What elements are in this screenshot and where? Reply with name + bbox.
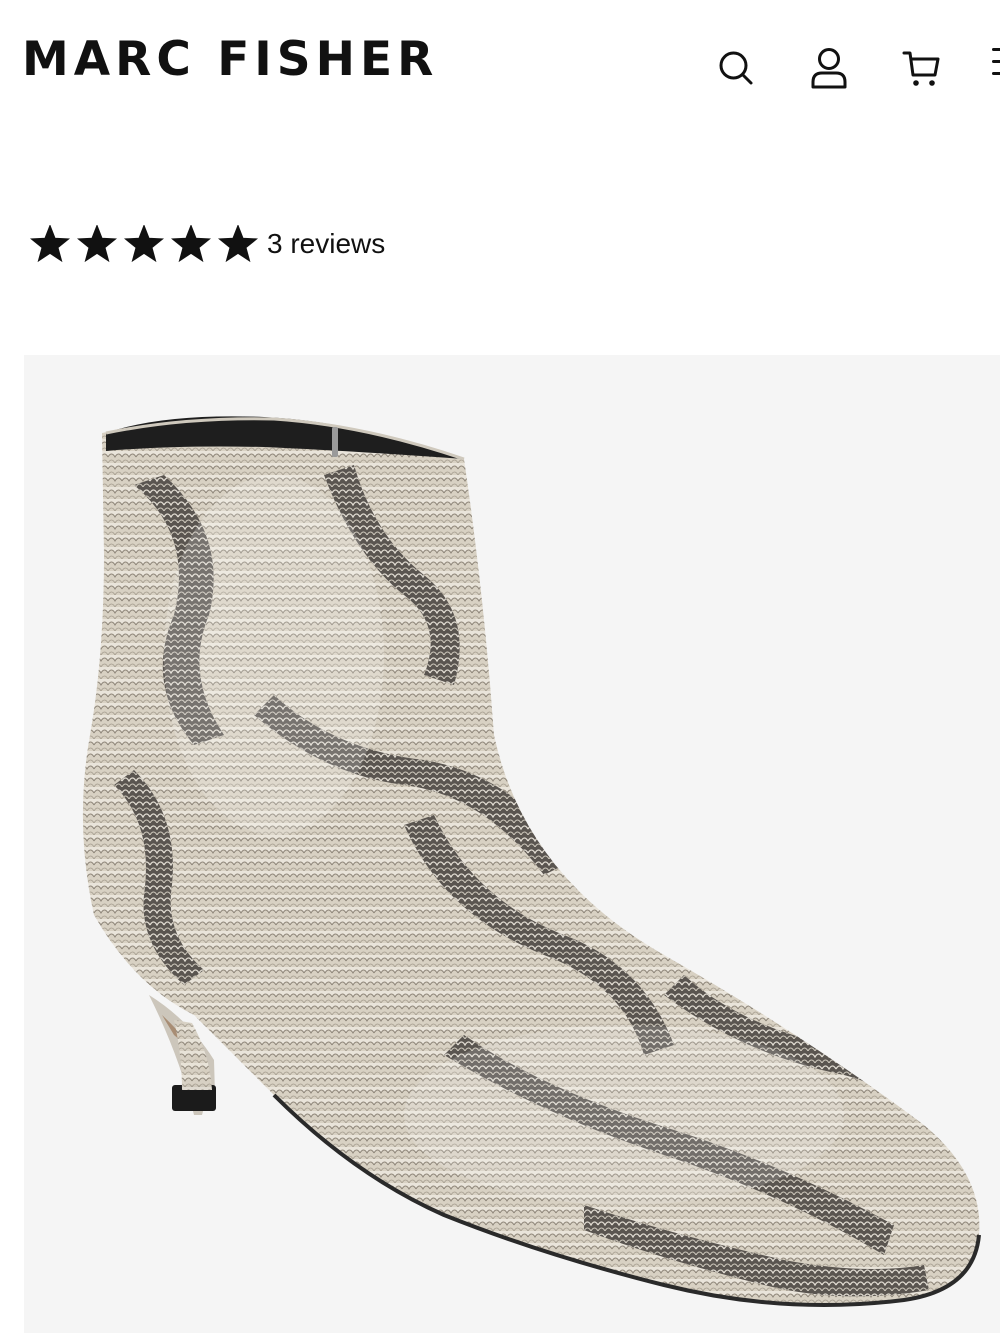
star-rating: [26, 222, 261, 266]
reviews-link[interactable]: 3 reviews: [267, 222, 385, 266]
cart-icon: [902, 51, 940, 86]
star-icon: [26, 222, 73, 266]
star-icon: [120, 222, 167, 266]
brand-logo[interactable]: MARC FISHER: [22, 34, 438, 86]
product-image[interactable]: [24, 355, 1000, 1333]
star-icon: [167, 222, 214, 266]
star-icon: [73, 222, 120, 266]
search-button[interactable]: [712, 44, 760, 92]
product-page: MARC FISHER 3 reviews: [0, 0, 1000, 1333]
snakeskin-bootie-image: [82, 416, 981, 1307]
cart-button[interactable]: [898, 44, 946, 92]
star-icon: [214, 222, 261, 266]
user-icon: [811, 48, 847, 89]
hamburger-icon[interactable]: [992, 48, 1000, 88]
account-button[interactable]: [805, 44, 853, 92]
product-rating: 3 reviews: [26, 222, 385, 266]
search-icon: [719, 51, 753, 85]
site-header: MARC FISHER: [0, 0, 1000, 130]
